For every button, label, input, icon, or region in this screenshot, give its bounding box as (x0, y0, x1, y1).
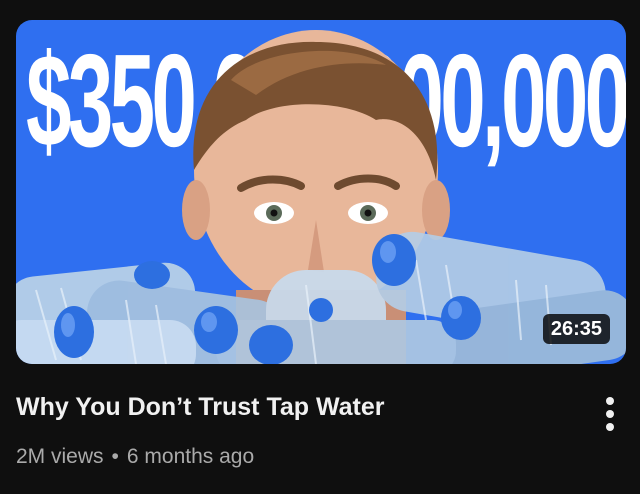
video-thumbnail[interactable]: $350,000,000,000 (16, 20, 626, 364)
view-count: 2M views (16, 445, 104, 468)
video-card: $350,000,000,000 (0, 0, 640, 494)
thumbnail-image (16, 30, 626, 364)
meta-separator: • (111, 445, 119, 468)
video-metadata: 2M views • 6 months ago (16, 442, 254, 472)
duration-badge: 26:35 (542, 314, 610, 344)
more-actions-button[interactable] (592, 392, 628, 436)
upload-age: 6 months ago (126, 445, 255, 468)
more-vert-icon (606, 397, 614, 431)
video-title[interactable]: Why You Don’t Trust Tap Water (16, 390, 576, 424)
